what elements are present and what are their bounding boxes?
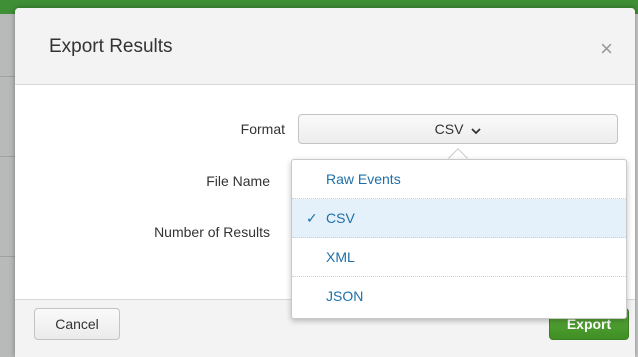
format-select-value: CSV	[434, 121, 464, 137]
format-label: Format	[240, 121, 285, 137]
background-divider	[0, 156, 16, 157]
background-divider	[0, 76, 16, 77]
modal-header: Export Results ×	[15, 8, 635, 85]
dropdown-item-csv[interactable]: ✓ CSV	[292, 199, 626, 238]
close-icon[interactable]: ×	[600, 38, 613, 60]
dropdown-item-raw-events[interactable]: Raw Events	[292, 160, 626, 199]
export-results-modal: Export Results × Format CSV File Name Nu…	[15, 8, 635, 357]
number-of-results-label: Number of Results	[154, 224, 270, 240]
chevron-down-icon	[471, 116, 481, 144]
dropdown-item-label: XML	[326, 249, 355, 265]
background-panel	[0, 14, 16, 357]
dropdown-item-label: Raw Events	[326, 171, 401, 187]
modal-title: Export Results	[49, 36, 173, 57]
dropdown-item-json[interactable]: JSON	[292, 277, 626, 316]
check-icon: ✓	[306, 210, 318, 226]
background-divider	[0, 256, 16, 257]
dropdown-item-label: CSV	[326, 210, 355, 226]
file-name-label: File Name	[206, 173, 270, 189]
cancel-button[interactable]: Cancel	[34, 308, 120, 340]
format-dropdown-menu: Raw Events ✓ CSV XML JSON	[291, 159, 627, 319]
dropdown-item-label: JSON	[326, 288, 364, 304]
dropdown-item-xml[interactable]: XML	[292, 238, 626, 277]
format-select[interactable]: CSV	[298, 114, 618, 144]
